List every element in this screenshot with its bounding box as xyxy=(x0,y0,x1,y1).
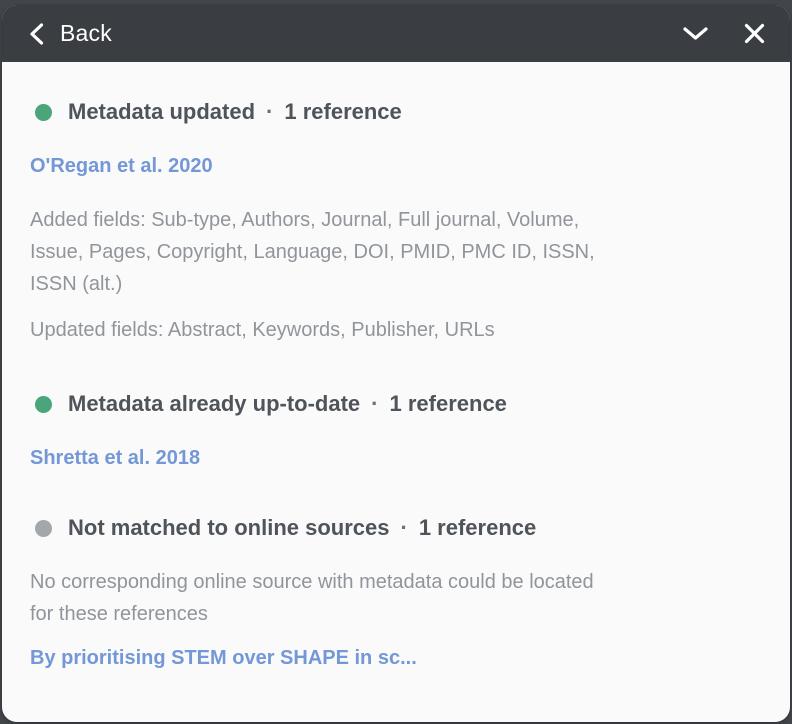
collapse-button[interactable] xyxy=(682,25,709,42)
popup-stage: Back xyxy=(0,0,792,724)
section-title: Not matched to online sources · 1 referenc… xyxy=(68,516,536,540)
reference-link[interactable]: Shretta et al. 2018 xyxy=(30,446,762,470)
panel-header: Back xyxy=(2,5,790,62)
status-section: Not matched to online sources · 1 referenc… xyxy=(30,516,762,670)
reference-count: 1 reference xyxy=(419,516,536,540)
reference-link[interactable]: O'Regan et al. 2020 xyxy=(30,154,762,178)
detail-text: No corresponding online source with meta… xyxy=(30,566,762,630)
chevron-left-icon xyxy=(28,22,45,46)
detail-text: Added fields: Sub-type, Authors, Journal… xyxy=(30,204,762,300)
back-button[interactable]: Back xyxy=(28,20,112,47)
status-section: Metadata already up-to-date·1 reference … xyxy=(30,392,762,470)
section-title: Metadata updated · 1 reference xyxy=(68,100,402,124)
status-dot-icon xyxy=(35,104,52,121)
sections: Metadata updated · 1 reference O'Regan et … xyxy=(2,62,790,722)
status-dot-icon xyxy=(35,396,52,413)
metadata-update-panel: Back xyxy=(2,5,790,722)
close-icon xyxy=(743,22,766,45)
section-title-text: Metadata updated xyxy=(68,100,255,124)
title-separator: · xyxy=(266,100,273,124)
title-separator: · xyxy=(401,516,408,540)
title-separator: · xyxy=(371,392,378,416)
back-label: Back xyxy=(60,20,112,47)
detail-text: Updated fields: Abstract, Keywords, Publ… xyxy=(30,314,762,346)
section-title-text: Metadata already up-to-date xyxy=(68,392,360,416)
chevron-down-icon xyxy=(682,25,709,42)
reference-link[interactable]: By prioritising STEM over SHAPE in sc... xyxy=(30,646,762,670)
reference-count: 1 reference xyxy=(390,392,507,416)
reference-count: 1 reference xyxy=(284,100,401,124)
section-title: Metadata already up-to-date · 1 reference xyxy=(68,392,507,416)
status-section: Metadata updated · 1 reference O'Regan et … xyxy=(30,100,762,346)
header-actions xyxy=(682,22,766,45)
close-button[interactable] xyxy=(743,22,766,45)
status-dot-icon xyxy=(35,520,52,537)
section-title-text: Not matched to online sources xyxy=(68,516,390,540)
